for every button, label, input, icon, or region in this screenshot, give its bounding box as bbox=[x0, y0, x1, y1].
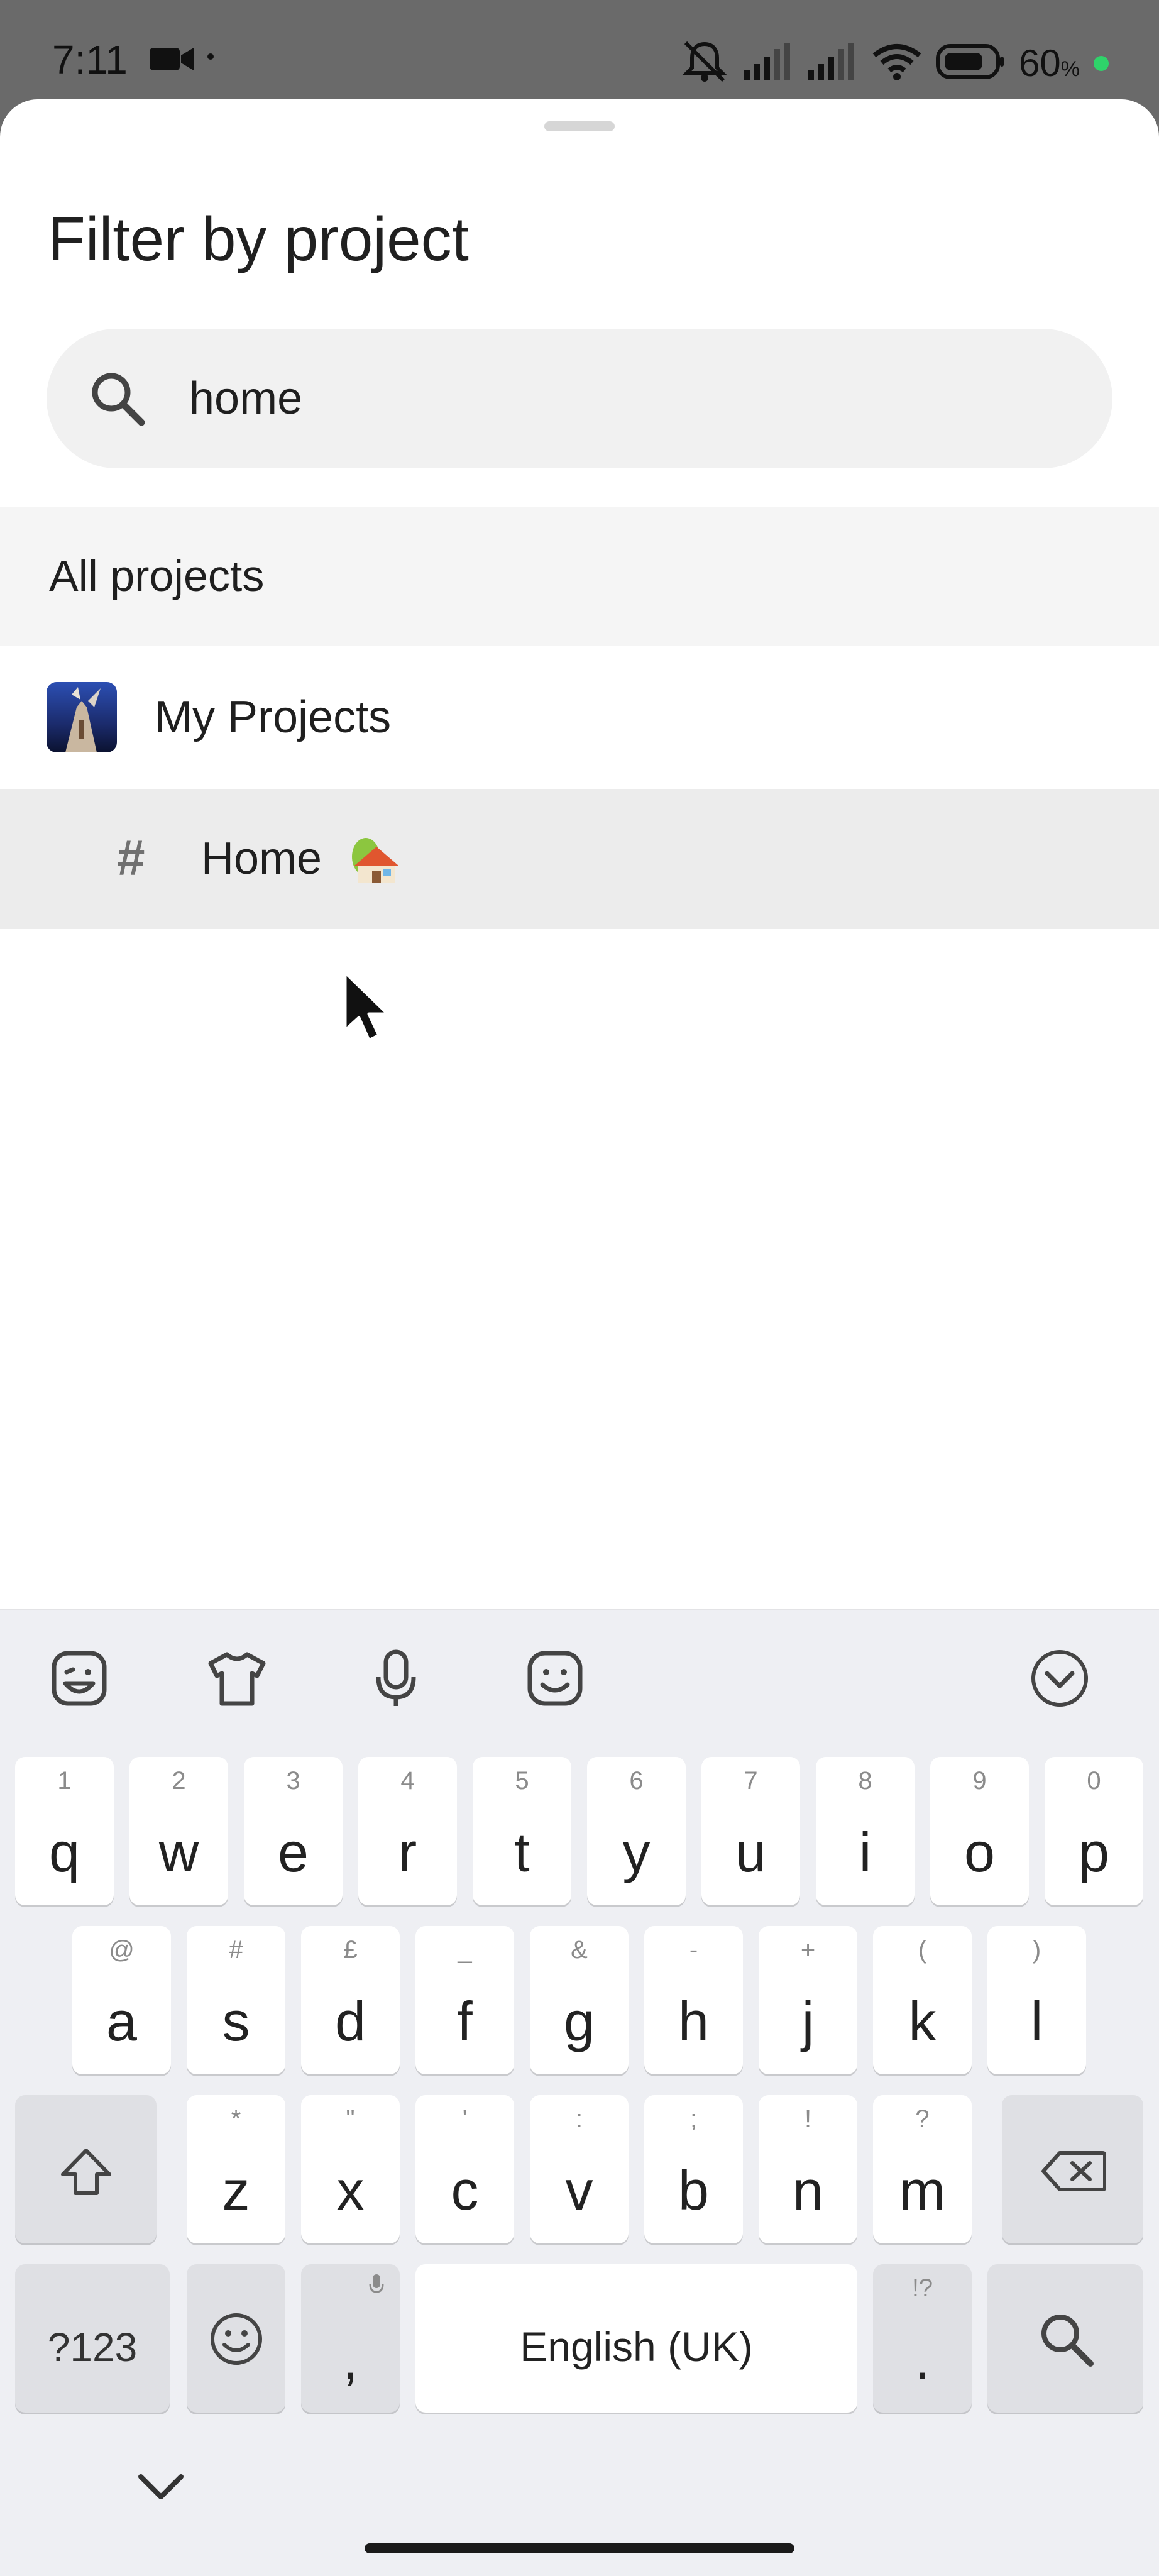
search-icon bbox=[87, 368, 148, 432]
emoji-key[interactable] bbox=[187, 2264, 285, 2413]
house-icon bbox=[347, 832, 404, 891]
key-w[interactable]: 2w bbox=[129, 1757, 228, 1905]
search-icon bbox=[1038, 2311, 1096, 2372]
mic-icon[interactable] bbox=[365, 1647, 427, 1710]
symbols-key[interactable]: ?123 bbox=[15, 2264, 170, 2413]
home-indicator[interactable] bbox=[365, 2543, 794, 2553]
key-t[interactable]: 5t bbox=[473, 1757, 571, 1905]
key-i[interactable]: 8i bbox=[816, 1757, 915, 1905]
keyboard: 1q 2w 3e 4r 5t 6y 7u 8i 9o 0p @ a # s £ d _… bbox=[0, 1609, 1159, 2576]
notification-dot-icon bbox=[207, 53, 214, 60]
emoji-face-icon[interactable] bbox=[524, 1647, 586, 1710]
list-item-my-projects[interactable]: My Projects bbox=[0, 646, 1159, 788]
video-camera-icon bbox=[150, 44, 195, 77]
search-box[interactable] bbox=[47, 329, 1112, 468]
key-q[interactable]: 1q bbox=[15, 1757, 114, 1905]
project-avatar bbox=[47, 682, 117, 752]
mouse-cursor-icon bbox=[343, 970, 393, 1049]
smiley-icon bbox=[209, 2312, 263, 2369]
battery-percent: 60% bbox=[1019, 42, 1080, 84]
key-r[interactable]: 4r bbox=[358, 1757, 457, 1905]
search-input[interactable] bbox=[188, 354, 1070, 443]
key-b[interactable]: ; b bbox=[644, 2095, 743, 2243]
key-v[interactable]: :v bbox=[530, 2095, 629, 2243]
key-n[interactable]: ! n bbox=[759, 2095, 857, 2243]
all-projects-option[interactable]: All projects bbox=[0, 507, 1159, 646]
key-f[interactable]: _ f bbox=[415, 1926, 514, 2074]
theme-icon[interactable] bbox=[206, 1647, 268, 1710]
hash-icon: # bbox=[117, 830, 145, 886]
backspace-key[interactable] bbox=[1002, 2095, 1143, 2243]
hide-keyboard-icon[interactable] bbox=[137, 2472, 185, 2506]
key-l[interactable]: ) l bbox=[987, 1926, 1086, 2074]
key-d[interactable]: £ d bbox=[301, 1926, 400, 2074]
all-projects-label: All projects bbox=[49, 551, 265, 600]
search-key[interactable] bbox=[987, 2264, 1143, 2413]
key-u[interactable]: 7u bbox=[701, 1757, 800, 1905]
keyboard-toolbar bbox=[0, 1610, 1159, 1742]
space-key[interactable]: English (UK) bbox=[415, 2264, 857, 2413]
backspace-icon bbox=[1041, 2150, 1107, 2195]
key-o[interactable]: 9o bbox=[930, 1757, 1029, 1905]
key-c[interactable]: ' c bbox=[415, 2095, 514, 2243]
wifi-icon bbox=[872, 43, 922, 84]
signal-icon-2 bbox=[808, 43, 858, 84]
shift-icon bbox=[60, 2148, 112, 2199]
key-h[interactable]: -h bbox=[644, 1926, 743, 2074]
list-item-label: Home bbox=[201, 834, 322, 884]
key-s[interactable]: # s bbox=[187, 1926, 285, 2074]
battery-icon bbox=[936, 44, 1005, 82]
key-j[interactable]: + j bbox=[759, 1926, 857, 2074]
status-icons: 60% bbox=[679, 39, 1109, 87]
key-m[interactable]: ? m bbox=[873, 2095, 972, 2243]
list-item-label: My Projects bbox=[155, 692, 392, 742]
sheet-title: Filter by project bbox=[48, 204, 469, 273]
key-x[interactable]: " x bbox=[301, 2095, 400, 2243]
drag-handle[interactable] bbox=[544, 121, 615, 131]
charging-dot-icon bbox=[1094, 55, 1109, 71]
key-g[interactable]: & g bbox=[530, 1926, 629, 2074]
key-k[interactable]: (k bbox=[873, 1926, 972, 2074]
list-item-home[interactable]: # Home bbox=[0, 789, 1159, 929]
signal-icon bbox=[744, 43, 794, 84]
filter-sheet: Filter by project All projects My Projec… bbox=[0, 99, 1159, 1609]
period-key[interactable]: !?. bbox=[873, 2264, 972, 2413]
status-time: 7:11 bbox=[52, 37, 128, 82]
key-e[interactable]: 3e bbox=[244, 1757, 343, 1905]
comma-key[interactable]: , bbox=[301, 2264, 400, 2413]
key-y[interactable]: 6y bbox=[587, 1757, 686, 1905]
sticker-icon[interactable] bbox=[48, 1647, 111, 1710]
shift-key[interactable] bbox=[15, 2095, 157, 2243]
mute-icon bbox=[679, 39, 730, 87]
collapse-icon[interactable] bbox=[1028, 1647, 1091, 1710]
key-a[interactable]: @ a bbox=[72, 1926, 171, 2074]
key-p[interactable]: 0p bbox=[1045, 1757, 1143, 1905]
key-z[interactable]: * z bbox=[187, 2095, 285, 2243]
small-mic-icon bbox=[369, 2274, 384, 2300]
